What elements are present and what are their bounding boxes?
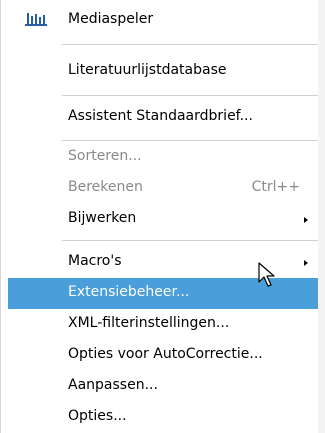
menu-item-label: Literatuurlijstdatabase bbox=[68, 62, 227, 78]
menu-separator bbox=[62, 240, 318, 241]
menu-item-mediaspeler[interactable]: Mediaspeler bbox=[8, 5, 318, 36]
menu-right-edge bbox=[318, 0, 325, 433]
submenu-arrow-icon bbox=[304, 217, 308, 223]
menu-item-literatuurlijstdatabase[interactable]: Literatuurlijstdatabase bbox=[8, 56, 318, 87]
menu-item-label: Berekenen bbox=[68, 179, 143, 195]
menu-item-label: Opties... bbox=[68, 408, 127, 424]
menu-item-shortcut: Ctrl++ bbox=[251, 179, 300, 195]
menu-item-label: Mediaspeler bbox=[68, 11, 154, 27]
menu-item-aanpassen[interactable]: Aanpassen... bbox=[8, 371, 318, 402]
menu-item-label: Opties voor AutoCorrectie... bbox=[68, 346, 263, 362]
menu-item-opties-autocorrectie[interactable]: Opties voor AutoCorrectie... bbox=[8, 340, 318, 371]
menu-item-sorteren: Sorteren... bbox=[8, 142, 318, 173]
menu-item-bijwerken[interactable]: Bijwerken bbox=[8, 204, 318, 235]
menu-item-label: Sorteren... bbox=[68, 148, 142, 164]
menu-item-opties[interactable]: Opties... bbox=[8, 402, 318, 433]
media-player-icon bbox=[25, 13, 47, 26]
menu-item-label: Assistent Standaardbrief... bbox=[68, 108, 253, 124]
menu-separator bbox=[62, 95, 318, 96]
menu-item-label: Macro's bbox=[68, 253, 122, 269]
menu-left-edge bbox=[0, 0, 1, 433]
menu-item-label: Bijwerken bbox=[68, 210, 137, 226]
menu-item-xml-filterinstellingen[interactable]: XML-filterinstellingen... bbox=[8, 309, 318, 340]
mouse-pointer-icon bbox=[258, 262, 275, 287]
menu-item-label: Extensiebeheer... bbox=[68, 284, 190, 300]
menu-item-label: XML-filterinstellingen... bbox=[68, 315, 230, 331]
menu-item-assistent-standaardbrief[interactable]: Assistent Standaardbrief... bbox=[8, 102, 318, 133]
tools-menu: Mediaspeler Literatuurlijstdatabase Assi… bbox=[0, 0, 318, 433]
menu-item-berekenen: Berekenen Ctrl++ bbox=[8, 173, 318, 204]
menu-separator bbox=[62, 140, 318, 141]
menu-separator bbox=[62, 44, 318, 45]
submenu-arrow-icon bbox=[304, 260, 308, 266]
menu-item-label: Aanpassen... bbox=[68, 377, 158, 393]
